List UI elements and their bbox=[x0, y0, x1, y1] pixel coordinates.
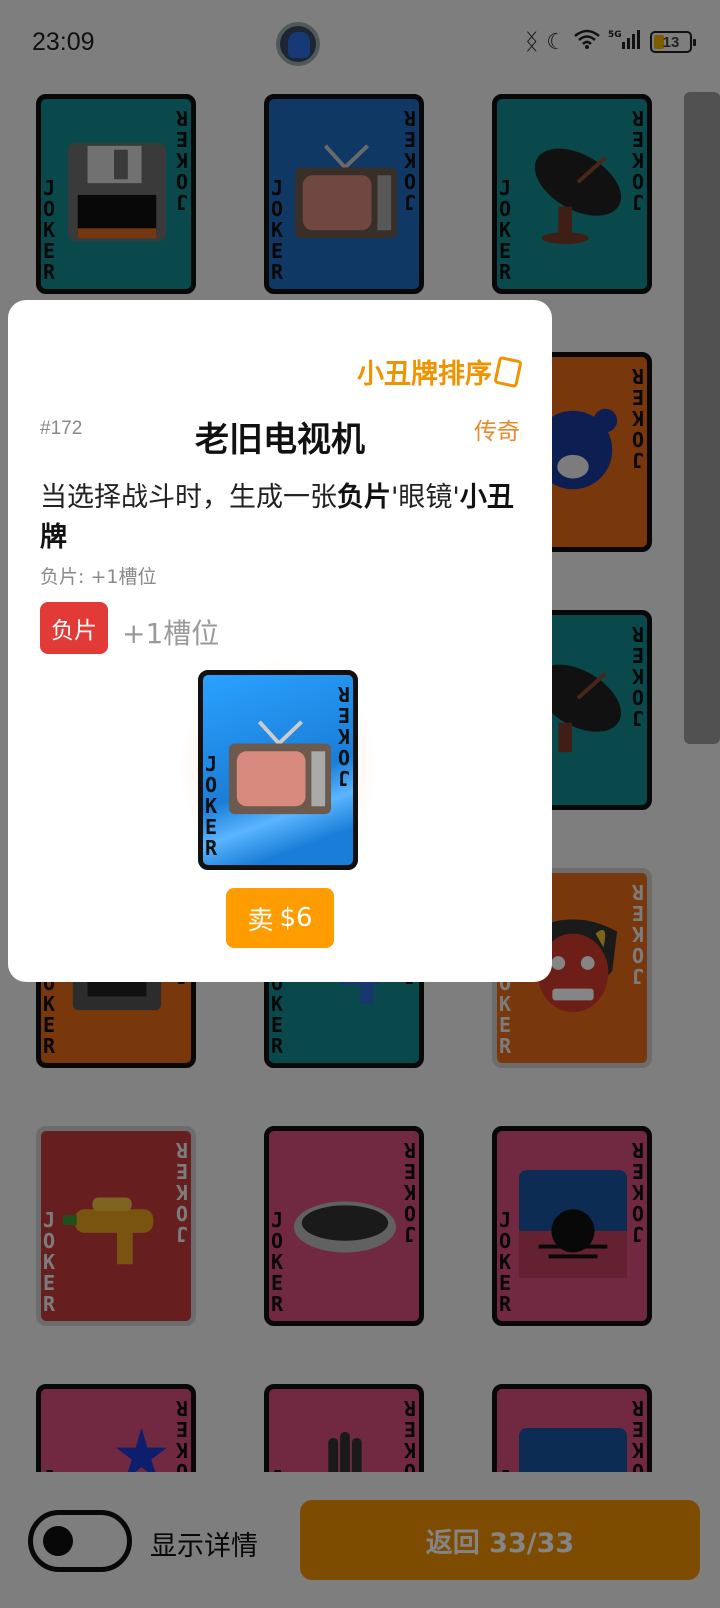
slot-bonus-text: +1槽位 bbox=[122, 617, 220, 650]
joker-sort-link[interactable]: 小丑牌排序 bbox=[357, 352, 523, 391]
card-detail-popup: 小丑牌排序 #172 老旧电视机 传奇 当选择战斗时，生成一张负片'眼镜'小丑牌… bbox=[8, 300, 552, 982]
sell-button[interactable]: 卖 $6 bbox=[226, 888, 334, 948]
tv-icon bbox=[225, 713, 333, 823]
sort-label: 小丑牌排序 bbox=[357, 359, 492, 390]
rarity-label: 传奇 bbox=[474, 419, 520, 445]
sell-price: $6 bbox=[279, 903, 313, 933]
card-sort-icon bbox=[493, 355, 523, 388]
card-side-label: JOKER bbox=[205, 752, 218, 860]
card-corner-label: JOKER bbox=[337, 682, 350, 790]
card-title: 老旧电视机 bbox=[195, 420, 365, 460]
card-preview: JOKER JOKER bbox=[198, 670, 358, 870]
card-description: 当选择战斗时，生成一张负片'眼镜'小丑牌 bbox=[40, 482, 514, 553]
negative-badge: 负片 bbox=[40, 602, 108, 654]
card-description-sub: 负片: +1槽位 bbox=[40, 566, 157, 588]
sell-label: 卖 bbox=[247, 905, 274, 936]
